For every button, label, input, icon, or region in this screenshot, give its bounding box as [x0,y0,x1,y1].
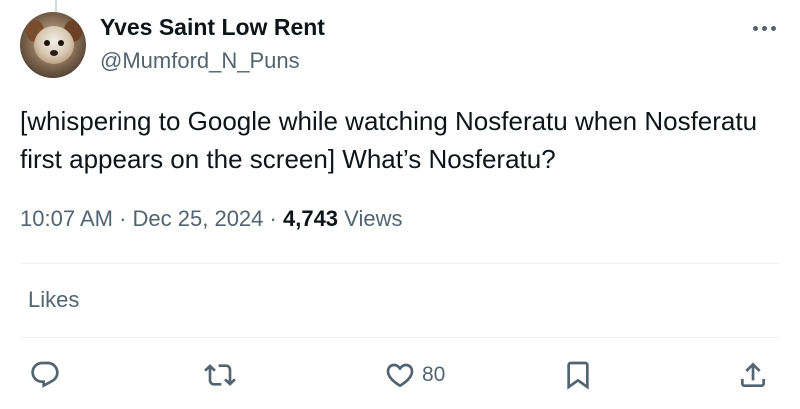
like-count: 80 [422,363,446,386]
author-handle[interactable]: @Mumford_N_Puns [100,48,300,74]
like-button[interactable]: 80 [384,358,445,392]
retweet-button[interactable] [204,358,236,392]
more-dot-icon [752,25,758,31]
views-count[interactable]: 4,743 [283,206,338,231]
divider [20,337,780,338]
avatar-dog-face [34,26,74,64]
likes-link[interactable]: Likes [28,287,79,313]
avatar-dog-eye-right [58,40,64,46]
retweet-icon [204,364,236,386]
heart-icon [386,363,414,388]
avatar-dog-nose [50,50,58,56]
tweet-time[interactable]: 10:07 AM [20,206,113,231]
author-display-name[interactable]: Yves Saint Low Rent [100,14,325,41]
bookmark-button[interactable] [562,358,594,392]
more-options-button[interactable] [748,18,780,38]
bookmark-icon [567,361,589,390]
share-button[interactable] [737,358,769,392]
tweet-meta: 10:07 AM · Dec 25, 2024 · 4,743 Views [20,206,402,232]
views-label: Views [344,206,403,231]
meta-separator: · [119,206,133,231]
divider [20,263,780,264]
avatar-dog-eye-left [44,40,50,46]
meta-separator: · [269,206,283,231]
more-dot-icon [761,25,767,31]
share-icon [741,362,765,387]
thread-connector-line [55,0,57,12]
reply-button[interactable] [29,358,61,392]
tweet-date[interactable]: Dec 25, 2024 [133,206,264,231]
more-dot-icon [770,25,776,31]
tweet-text: [whispering to Google while watching Nos… [20,106,758,174]
reply-icon [31,361,59,388]
avatar[interactable] [20,12,86,78]
